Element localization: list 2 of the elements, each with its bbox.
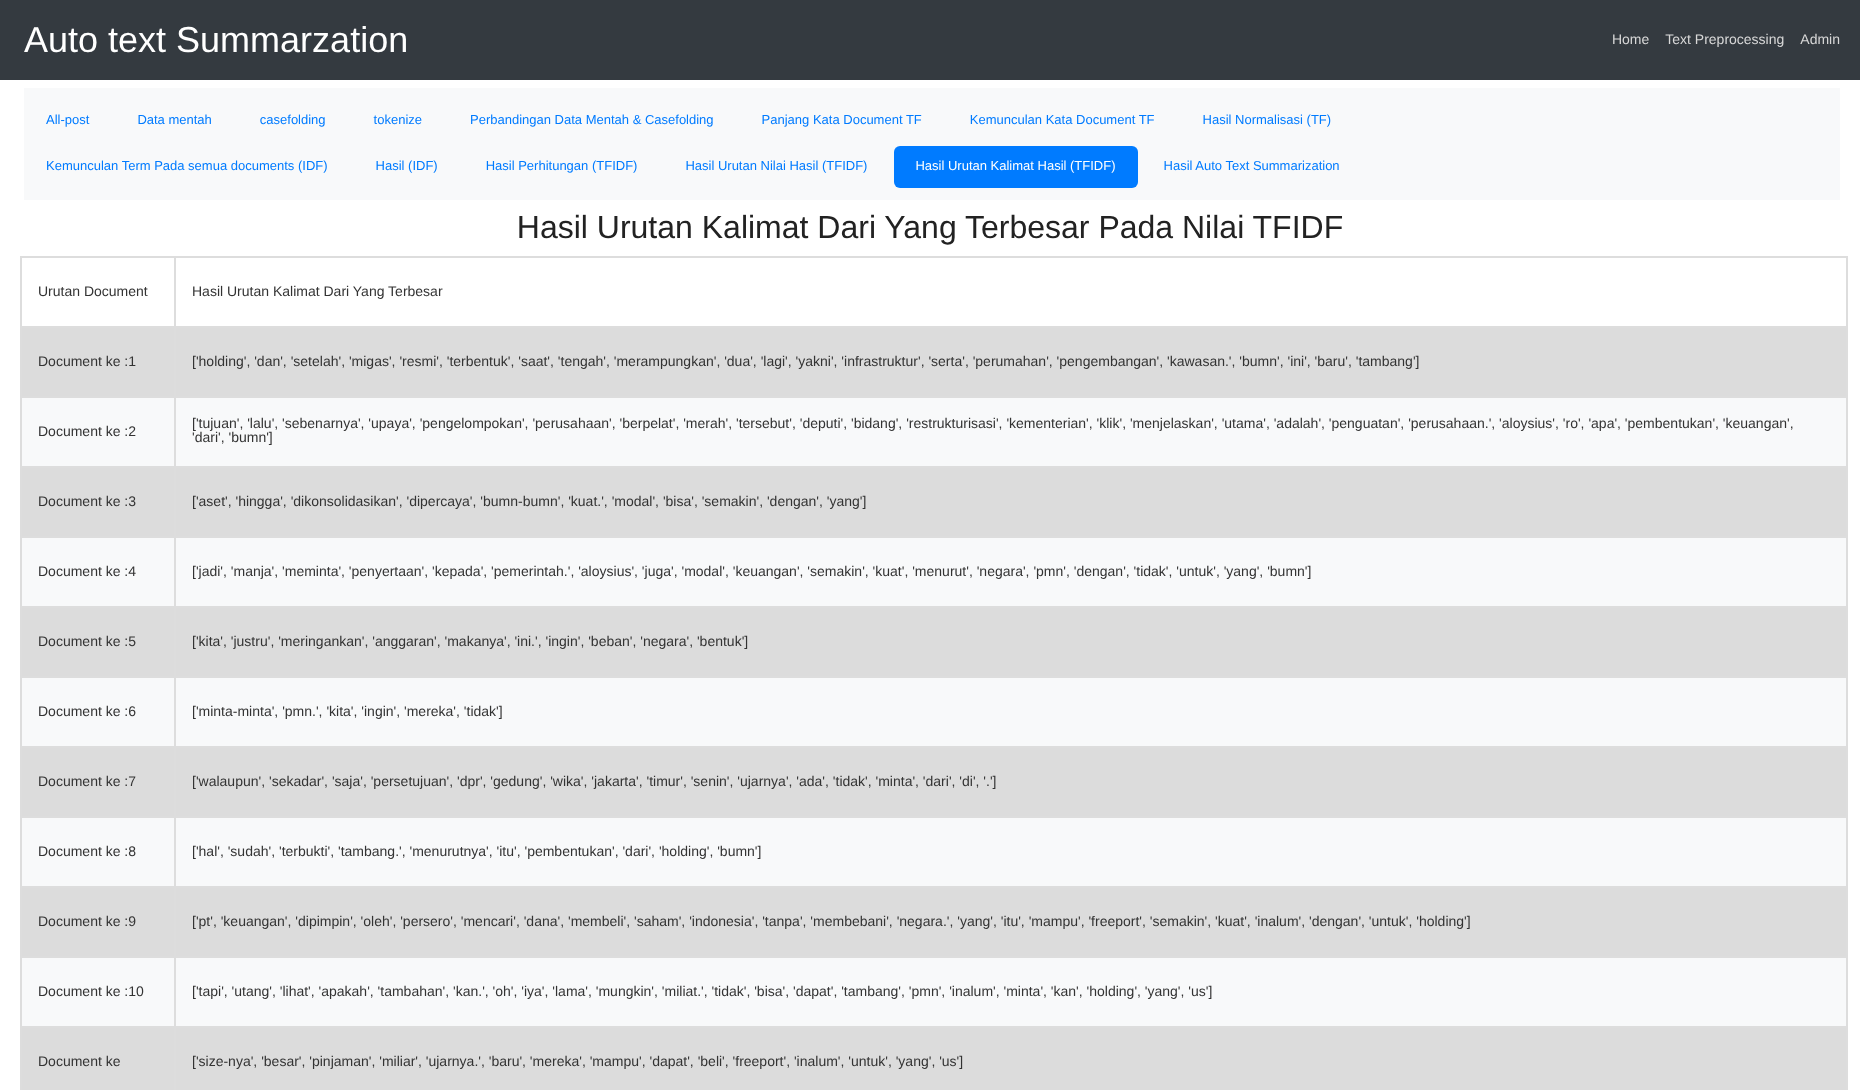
app-title: Auto text Summarzation bbox=[24, 19, 409, 61]
page-heading: Hasil Urutan Kalimat Dari Yang Terbesar Pada Nilai TFIDF bbox=[514, 212, 1346, 248]
